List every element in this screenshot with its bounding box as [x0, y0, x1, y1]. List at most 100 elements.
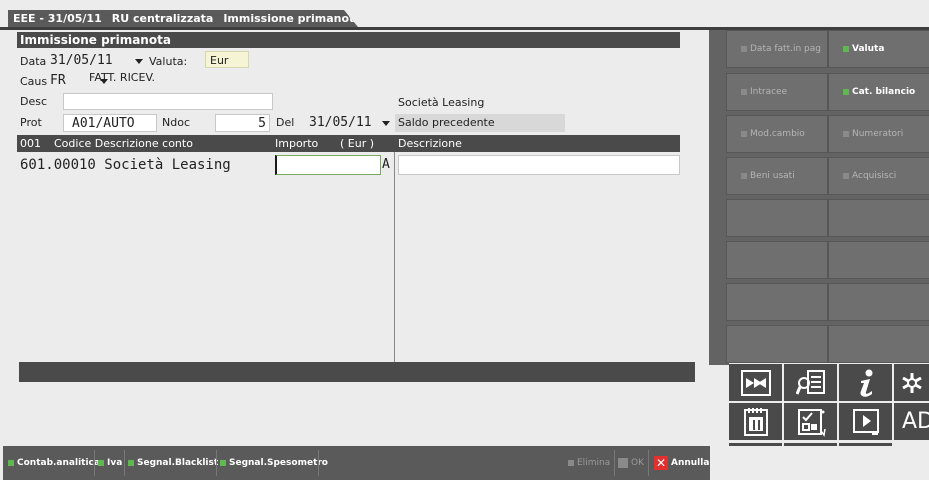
ndoc-value: 5: [258, 116, 266, 131]
entry-form: Immissione primanota Data 31/05/11 Valut…: [17, 30, 695, 387]
info-icon[interactable]: [839, 364, 892, 401]
segnal-spesometro-button[interactable]: Segnal.Spesometro: [220, 446, 328, 480]
breadcrumb-module[interactable]: RU centralizzata: [107, 12, 219, 25]
data-fatt-button[interactable]: Data fatt.in pag: [726, 30, 828, 68]
button-label: Valuta: [852, 44, 885, 54]
button-label: Cat. bilancio: [852, 87, 916, 97]
double-arrow-icon[interactable]: [729, 364, 782, 401]
grid-header-account: Codice Descrizione conto: [54, 137, 193, 150]
mod-cambio-button[interactable]: Mod.cambio: [726, 115, 828, 153]
bottom-toolbar-inner: Contab.analitica Iva Segnal.Blacklist Se…: [3, 446, 710, 480]
calculator-icon[interactable]: [784, 403, 837, 440]
status-dot: [741, 131, 747, 137]
button-label: Beni usati: [750, 171, 795, 181]
toolbar-separator: [124, 450, 125, 476]
ndoc-label: Ndoc: [162, 116, 190, 129]
grid-header: 001 Codice Descrizione conto Importo ( E…: [17, 135, 680, 152]
button-label: Segnal.Spesometro: [229, 458, 328, 468]
function-panel: Data fatt.in pag Valuta Intracee Cat. bi…: [709, 30, 929, 365]
close-icon: ✕: [654, 456, 668, 470]
status-dot: [8, 460, 14, 466]
button-label: Mod.cambio: [750, 129, 805, 139]
button-label: Numeratori: [852, 129, 904, 139]
search-document-icon[interactable]: [784, 364, 837, 401]
toolbar-separator: [648, 450, 649, 476]
valuta-value: Eur: [210, 54, 229, 67]
caus-label: Caus: [20, 75, 48, 88]
bottom-toolbar: Contab.analitica Iva Segnal.Blacklist Se…: [0, 446, 929, 480]
data-field[interactable]: 31/05/11: [50, 53, 113, 68]
valuta-field[interactable]: Eur: [205, 51, 249, 68]
saldo-label: Saldo precedente: [398, 116, 495, 129]
empty-function-slot: [828, 199, 929, 237]
empty-function-slot: [828, 283, 929, 321]
prot-label: Prot: [20, 116, 42, 129]
del-field[interactable]: 31/05/11: [309, 115, 372, 130]
button-label: OK: [631, 458, 644, 468]
valuta-label: Valuta:: [149, 55, 188, 68]
button-label: Elimina: [577, 458, 611, 468]
toolbar-separator: [318, 450, 319, 476]
status-dot: [843, 46, 849, 52]
button-label: Segnal.Blacklist: [137, 458, 219, 468]
grid-footer: [19, 362, 695, 382]
prot-input[interactable]: A01/AUTO: [63, 114, 157, 132]
empty-function-slot: [726, 325, 828, 363]
elimina-button[interactable]: Elimina: [568, 446, 610, 480]
button-label: Annulla: [671, 458, 710, 468]
grid-header-description: Descrizione: [398, 137, 462, 150]
sign-field[interactable]: A: [382, 157, 390, 172]
button-label: Contab.analitica: [17, 458, 100, 468]
status-dot: [741, 173, 747, 179]
annulla-button[interactable]: ✕ Annulla: [654, 446, 709, 480]
numeratori-button[interactable]: Numeratori: [828, 115, 929, 153]
iva-button[interactable]: Iva: [98, 446, 122, 480]
data-dropdown-icon[interactable]: [135, 59, 143, 64]
segnal-blacklist-button[interactable]: Segnal.Blacklist: [128, 446, 218, 480]
acquisisci-button[interactable]: Acquisisci: [828, 157, 929, 195]
empty-function-slot: [726, 199, 828, 237]
empty-function-slot: [828, 325, 929, 363]
asterisk-icon[interactable]: [894, 364, 929, 401]
row-description-input[interactable]: [398, 155, 680, 175]
status-dot: [98, 460, 104, 466]
intracee-button[interactable]: Intracee: [726, 73, 828, 111]
data-label: Data: [20, 55, 47, 68]
account-name: Società Leasing: [398, 96, 485, 109]
cat-bilancio-button[interactable]: Cat. bilancio: [828, 73, 929, 111]
valuta-button[interactable]: Valuta: [828, 30, 929, 68]
beni-usati-button[interactable]: Beni usati: [726, 157, 828, 195]
empty-function-slot: [828, 241, 929, 279]
contab-analitica-button[interactable]: Contab.analitica: [8, 446, 100, 480]
caus-field[interactable]: FR: [50, 73, 66, 88]
toolbar-separator: [614, 450, 615, 476]
toolbar-separator: [216, 450, 217, 476]
ad-icon[interactable]: AD: [894, 403, 929, 440]
grid-row-account[interactable]: 601.00010 Società Leasing: [20, 157, 231, 173]
status-dot: [741, 46, 747, 52]
amount-input[interactable]: [275, 155, 381, 175]
grid-divider: [394, 152, 395, 362]
caus-description: FATT. RICEV.: [89, 71, 156, 84]
button-label: Acquisisci: [852, 171, 897, 181]
status-dot: [220, 460, 226, 466]
prot-value: A01/AUTO: [72, 116, 135, 131]
button-label: Intracee: [750, 87, 788, 97]
toolbar-separator: [94, 450, 95, 476]
desc-label: Desc: [20, 95, 48, 108]
title-bar: EEE - 31/05/11 RU centralizzata Immissio…: [0, 0, 929, 27]
saldo-field: Saldo precedente: [395, 114, 565, 132]
form-title: Immissione primanota: [17, 32, 680, 48]
ok-button[interactable]: OK: [618, 446, 644, 480]
desc-input[interactable]: [63, 93, 273, 110]
ndoc-input[interactable]: 5: [215, 114, 270, 132]
breadcrumb-company[interactable]: EEE - 31/05/11: [8, 12, 107, 25]
status-dot: [618, 458, 628, 468]
calendar-icon[interactable]: [729, 403, 782, 440]
breadcrumb-current: Immissione primanota: [223, 12, 362, 25]
del-label: Del: [276, 116, 295, 129]
del-dropdown-icon[interactable]: [382, 121, 390, 126]
grid-header-row-number: 001: [20, 137, 41, 150]
grid-header-amount: Importo: [275, 137, 319, 150]
play-icon[interactable]: [839, 403, 892, 440]
